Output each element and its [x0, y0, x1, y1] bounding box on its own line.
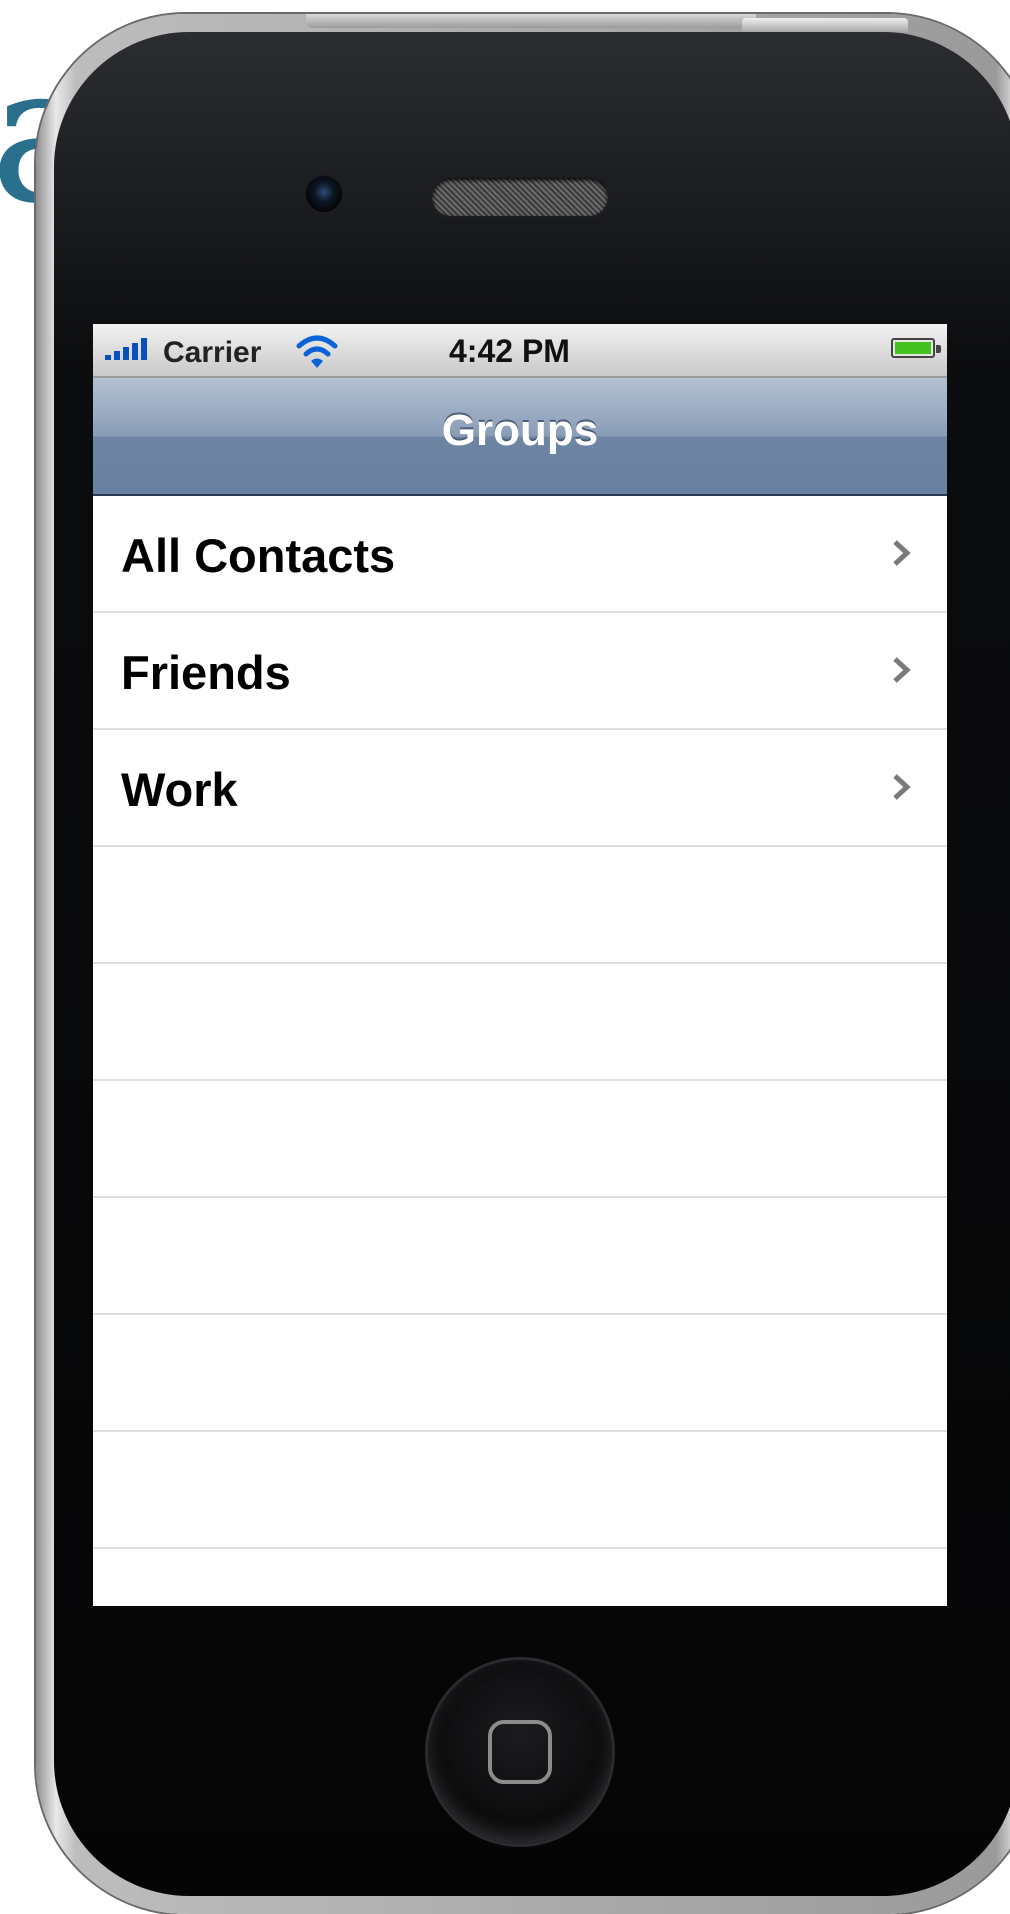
empty-row — [93, 1432, 947, 1549]
row-label: All Contacts — [121, 529, 396, 582]
sleep-button[interactable] — [742, 18, 908, 32]
screen: Carrier 4:42 PM Groups All Contacts Frie… — [93, 324, 947, 1606]
table-row-friends[interactable]: Friends — [93, 613, 947, 730]
wifi-icon — [296, 335, 338, 368]
carrier-label: Carrier — [163, 336, 262, 369]
chevron-right-icon — [893, 540, 911, 566]
groups-table: All Contacts Friends Work — [93, 496, 947, 1606]
earpiece-speaker — [432, 178, 608, 216]
home-button[interactable] — [428, 1660, 612, 1844]
empty-row — [93, 1315, 947, 1432]
empty-row — [93, 1081, 947, 1198]
battery-tip — [936, 345, 941, 353]
empty-row — [93, 847, 947, 964]
battery-level — [895, 342, 931, 354]
table-row-work[interactable]: Work — [93, 730, 947, 847]
status-bar: Carrier 4:42 PM — [93, 324, 947, 378]
table-row-all-contacts[interactable]: All Contacts — [93, 496, 947, 613]
empty-row — [93, 1198, 947, 1315]
empty-row — [93, 1549, 947, 1606]
empty-row — [93, 964, 947, 1081]
navigation-bar: Groups — [93, 378, 947, 496]
nav-title: Groups — [441, 406, 599, 455]
status-time: 4:42 PM — [449, 333, 570, 369]
row-label: Friends — [121, 646, 291, 699]
top-ridge — [306, 14, 756, 28]
home-square-icon — [488, 1720, 552, 1784]
signal-bars-icon — [105, 338, 155, 360]
battery-icon — [891, 338, 941, 358]
front-camera — [306, 176, 342, 212]
row-label: Work — [121, 763, 238, 816]
chevron-right-icon — [893, 774, 911, 800]
chevron-right-icon — [893, 657, 911, 683]
